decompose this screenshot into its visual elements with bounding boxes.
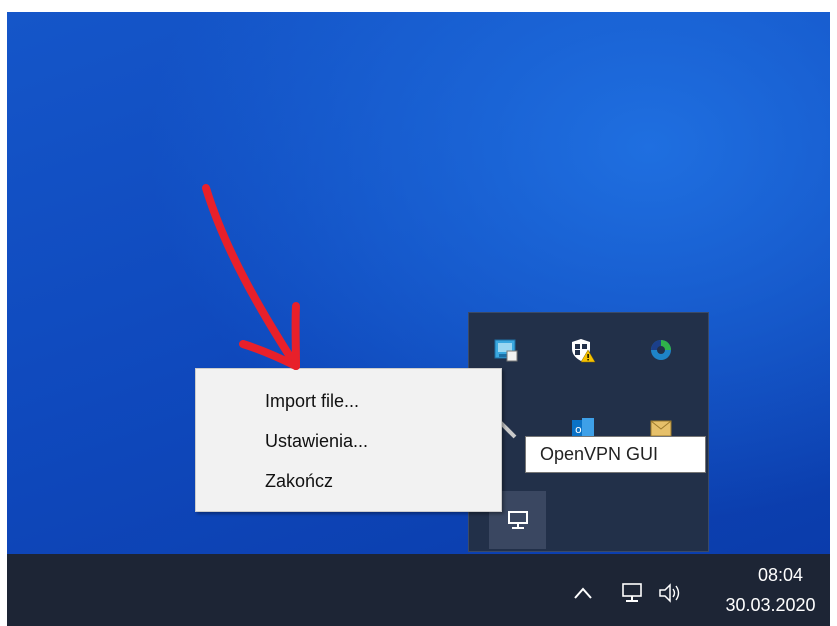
menu-item-settings[interactable]: Ustawienia... [196,422,501,460]
desktop[interactable]: o 08:04 30.03.2020 Import file... Ustawi… [7,12,830,626]
menu-item-import-file[interactable]: Import file... [196,382,501,420]
svg-text:o: o [575,423,582,436]
colored-swirl-app-icon[interactable] [644,333,678,367]
chevron-up-icon[interactable] [570,580,596,606]
tray-overflow-flyout: o [468,312,709,552]
menu-item-exit[interactable]: Zakończ [196,462,501,500]
volume-icon[interactable] [658,580,684,606]
tooltip-text: OpenVPN GUI [540,444,659,464]
clock[interactable]: 08:04 30.03.2020 [711,562,830,618]
tooltip: OpenVPN GUI [525,436,706,473]
network-adapter-icon[interactable] [489,333,523,367]
windows-security-icon[interactable] [566,333,600,367]
network-icon[interactable] [619,580,645,606]
taskbar: 08:04 30.03.2020 [7,554,830,626]
clock-date: 30.03.2020 [725,595,816,615]
clock-time: 08:04 [757,565,804,585]
context-menu: Import file... Ustawienia... Zakończ [195,368,502,512]
